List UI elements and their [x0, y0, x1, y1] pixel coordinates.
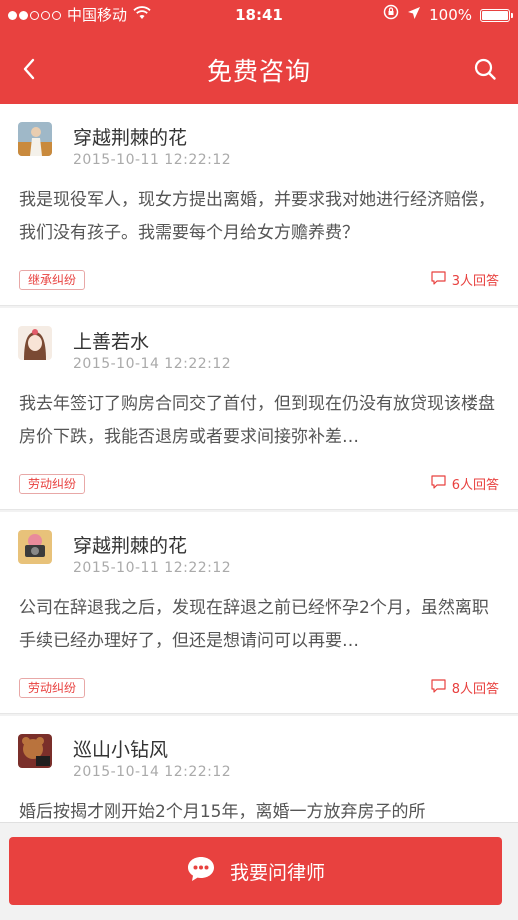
answer-count-label: 6人回答: [451, 478, 499, 493]
comment-icon: [431, 474, 446, 493]
category-tag[interactable]: 劳动纠纷: [19, 474, 86, 494]
ask-lawyer-label: 我要问律师: [229, 861, 325, 884]
status-right: 100%: [383, 0, 513, 30]
answer-count[interactable]: 3人回答: [431, 270, 499, 289]
post-time: 2015-10-11 12:22:12: [73, 152, 232, 168]
avatar: [18, 734, 52, 768]
username: 穿越荆棘的花: [73, 535, 188, 557]
avatar: [18, 122, 52, 156]
question-list: 穿越荆棘的花 2015-10-11 12:22:12 我是现役军人，现女方提出离…: [0, 104, 518, 918]
question-card[interactable]: 穿越荆棘的花 2015-10-11 12:22:12 公司在辞退我之后，发现在辞…: [0, 512, 518, 714]
avatar: [18, 530, 52, 564]
page-title: 免费咨询: [206, 57, 311, 86]
comment-icon: [431, 678, 446, 697]
location-arrow-icon: [407, 0, 421, 30]
post-time: 2015-10-14 12:22:12: [73, 764, 232, 780]
answer-count-label: 8人回答: [451, 682, 499, 697]
post-time: 2015-10-14 12:22:12: [73, 356, 232, 372]
answer-count[interactable]: 8人回答: [431, 678, 499, 697]
question-text: 公司在辞退我之后，发现在辞退之前已经怀孕2个月，虽然离职手续已经办理好了，但还是…: [19, 598, 489, 651]
answer-count-label: 3人回答: [451, 274, 499, 289]
question-text: 我去年签订了购房合同交了首付，但到现在仍没有放贷现该楼盘房价下跌，我能否退房或者…: [19, 394, 495, 447]
question-text: 我是现役军人，现女方提出离婚，并要求我对她进行经济赔偿，我们没有孩子。我需要每个…: [19, 190, 495, 243]
app-header: 中国移动 18:41 100% 免费咨询: [0, 0, 518, 104]
question-card[interactable]: 穿越荆棘的花 2015-10-11 12:22:12 我是现役军人，现女方提出离…: [0, 104, 518, 306]
chat-bubble-icon: [186, 855, 216, 888]
status-bar: 中国移动 18:41 100%: [0, 0, 518, 30]
username: 穿越荆棘的花: [73, 127, 188, 149]
ask-lawyer-button[interactable]: 我要问律师: [9, 837, 502, 905]
avatar: [18, 326, 52, 360]
rotation-lock-icon: [383, 0, 399, 30]
battery-icon: [480, 8, 513, 22]
username: 上善若水: [73, 331, 150, 353]
username: 巡山小钻风: [73, 739, 169, 761]
category-tag[interactable]: 继承纠纷: [19, 270, 86, 290]
category-tag[interactable]: 劳动纠纷: [19, 678, 86, 698]
post-time: 2015-10-11 12:22:12: [73, 560, 232, 576]
bottom-bar: 我要问律师: [0, 822, 518, 920]
comment-icon: [431, 270, 446, 289]
answer-count[interactable]: 6人回答: [431, 474, 499, 493]
search-button[interactable]: [470, 56, 500, 86]
battery-percent: 100%: [429, 6, 472, 24]
question-card[interactable]: 上善若水 2015-10-14 12:22:12 我去年签订了购房合同交了首付，…: [0, 308, 518, 510]
search-icon: [473, 57, 497, 85]
nav-bar: 免费咨询: [0, 40, 518, 104]
